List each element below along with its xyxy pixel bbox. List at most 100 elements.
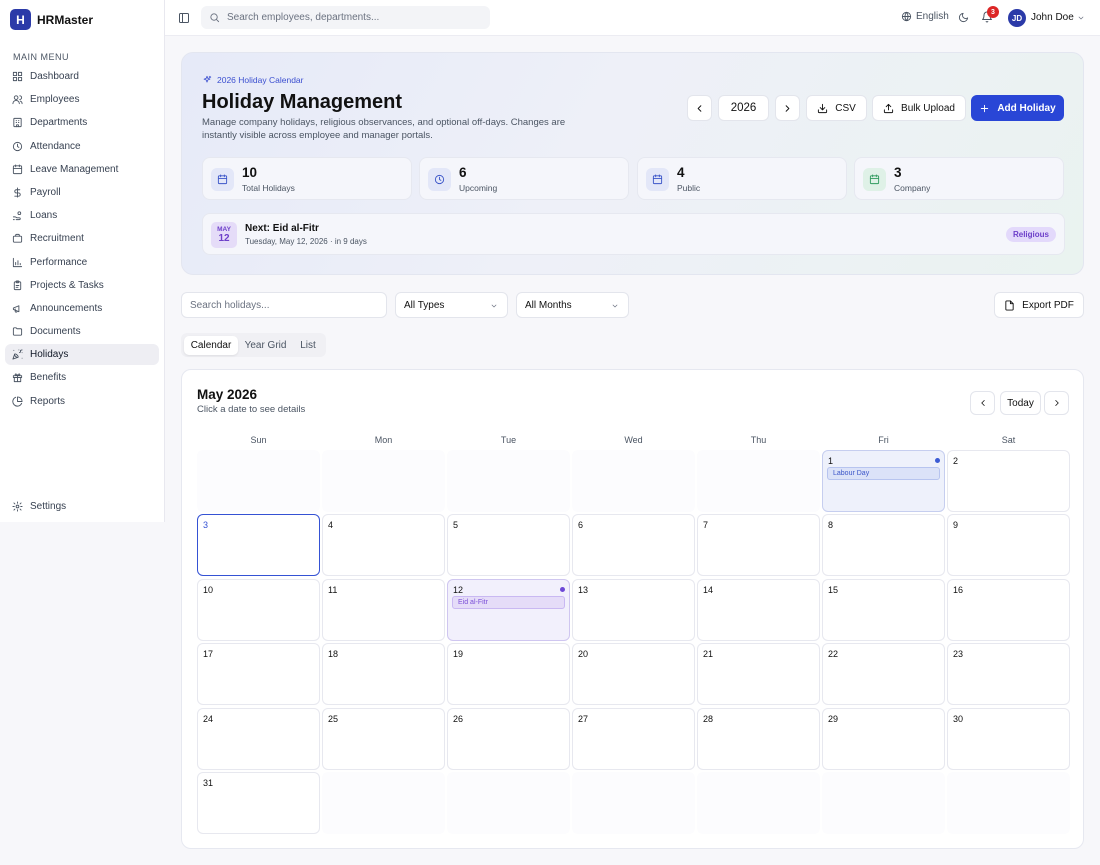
calendar-day-cell[interactable]: 31 [197, 772, 320, 834]
moon-icon[interactable] [958, 12, 969, 23]
calendar-day-cell[interactable]: 13 [572, 578, 695, 641]
calendar-day-cell[interactable]: 3 [197, 514, 320, 577]
tab-calendar[interactable]: Calendar [184, 336, 238, 355]
bulk-upload-button[interactable]: Bulk Upload [872, 95, 966, 121]
chevron-down-icon[interactable] [1077, 14, 1085, 22]
holiday-search-input[interactable] [190, 293, 380, 317]
sidebar-item-payroll[interactable]: Payroll [5, 182, 159, 203]
calendar-day-cell[interactable]: 4 [322, 514, 445, 577]
calendar-day-cell[interactable]: 14 [697, 578, 820, 641]
calendar-day-cell[interactable]: 19 [447, 643, 570, 706]
calendar-day-cell[interactable]: 11 [322, 578, 445, 641]
user-name[interactable]: John Doe [1031, 12, 1074, 23]
chevron-down-icon [611, 302, 619, 310]
type-filter-select[interactable]: All Types [395, 292, 508, 318]
calendar-day-cell[interactable]: 1 Labour Day [822, 450, 945, 512]
sidebar-item-attendance[interactable]: Attendance [5, 136, 159, 157]
global-search-input[interactable] [227, 12, 477, 23]
tab-year-grid[interactable]: Year Grid [240, 336, 291, 355]
calendar-day-cell[interactable]: 29 [822, 707, 945, 770]
calendar-day-number: 16 [953, 584, 964, 595]
type-filter-value: All Types [404, 299, 445, 311]
sidebar-item-departments[interactable]: Departments [5, 112, 159, 133]
calendar-day-cell[interactable]: 15 [822, 578, 945, 641]
calendar-day-cell[interactable]: 22 [822, 643, 945, 706]
calendar-day-cell[interactable]: 26 [447, 707, 570, 770]
sidebar-item-projects-tasks[interactable]: Projects & Tasks [5, 275, 159, 296]
stat-label: Company [894, 183, 931, 193]
settings-icon [12, 501, 23, 512]
sidebar-item-employees[interactable]: Employees [5, 89, 159, 110]
avatar[interactable]: JD [1008, 9, 1026, 27]
sidebar-item-announcements[interactable]: Announcements [5, 298, 159, 319]
stat-value: 3 [894, 165, 902, 180]
calendar-day-cell[interactable]: 24 [197, 707, 320, 770]
sidebar-item-benefits[interactable]: Benefits [5, 367, 159, 388]
next-holiday-card[interactable]: MAY 12 Next: Eid al-Fitr Tuesday, May 12… [202, 213, 1065, 255]
calendar-day-cell[interactable]: 2 [947, 450, 1070, 512]
calendar-day-cell[interactable]: 27 [572, 707, 695, 770]
calendar-day-cell[interactable]: 20 [572, 643, 695, 706]
today-button[interactable]: Today [1000, 391, 1041, 415]
brand-logo: H [10, 9, 31, 30]
calendar-day-cell[interactable]: 12 Eid al-Fitr [447, 578, 570, 641]
calendar-day-cell[interactable]: 7 [697, 514, 820, 577]
export-pdf-button[interactable]: Export PDF [994, 292, 1084, 318]
calendar-day-cell[interactable]: 25 [322, 707, 445, 770]
calendar-day-cell[interactable]: 9 [947, 514, 1070, 577]
holiday-search[interactable] [181, 292, 387, 318]
calendar-day-cell[interactable]: 18 [322, 643, 445, 706]
sidebar-item-leave-management[interactable]: Leave Management [5, 159, 159, 180]
sidebar-item-label: Attendance [30, 140, 81, 152]
sidebar-item-dashboard[interactable]: Dashboard [5, 66, 159, 87]
language-switcher[interactable]: English [901, 11, 949, 22]
sidebar-item-performance[interactable]: Performance [5, 252, 159, 273]
calendar-day-cell[interactable]: 8 [822, 514, 945, 577]
next-year-button[interactable] [775, 95, 800, 121]
sidebar-item-documents[interactable]: Documents [5, 321, 159, 342]
calendar-day-cell[interactable]: 5 [447, 514, 570, 577]
calendar-day-number: 28 [703, 713, 714, 724]
sidebar-item-recruitment[interactable]: Recruitment [5, 228, 159, 249]
sidebar-item-label: Departments [30, 117, 88, 129]
sidebar-item-holidays[interactable]: Holidays [5, 344, 159, 366]
calendar-day-number: 4 [328, 520, 334, 531]
sidebar-item-settings[interactable]: Settings [5, 496, 159, 517]
holiday-event[interactable]: Labour Day [827, 467, 940, 480]
calendar-day-number: 7 [703, 520, 709, 531]
weekday-header: Tue [500, 435, 517, 445]
calendar-day-number: 29 [828, 713, 839, 724]
calendar-day-number: 13 [578, 584, 589, 595]
tab-list[interactable]: List [293, 336, 323, 355]
calendar-day-cell[interactable]: 30 [947, 707, 1070, 770]
csv-button[interactable]: CSV [806, 95, 867, 121]
calendar-day-cell[interactable]: 23 [947, 643, 1070, 706]
calendar-day-number: 25 [328, 713, 339, 724]
sidebar: H HRMaster MAIN MENU Dashboard Employees D… [0, 0, 165, 522]
folder-icon [12, 326, 23, 337]
holiday-event[interactable]: Eid al-Fitr [452, 595, 565, 609]
calendar-day-cell[interactable]: 17 [197, 643, 320, 706]
calendar-empty-cell [822, 772, 945, 834]
megaphone-icon [12, 303, 23, 314]
prev-year-button[interactable] [687, 95, 712, 121]
sidebar-item-reports[interactable]: Reports [5, 391, 159, 412]
calendar-day-number: 22 [828, 649, 839, 660]
globe-icon [901, 11, 912, 22]
calendar-day-number: 5 [453, 520, 459, 531]
sidebar-toggle-icon[interactable] [178, 12, 190, 24]
add-holiday-button[interactable]: Add Holiday [971, 95, 1064, 121]
calendar-day-cell[interactable]: 6 [572, 514, 695, 577]
next-month-button[interactable] [1044, 391, 1069, 415]
calendar-day-cell[interactable]: 16 [947, 578, 1070, 641]
brand[interactable]: H HRMaster [10, 9, 93, 30]
prev-month-button[interactable] [970, 391, 995, 415]
calendar-day-cell[interactable]: 10 [197, 578, 320, 641]
calendar-day-number: 20 [578, 649, 589, 660]
calendar-day-cell[interactable]: 28 [697, 707, 820, 770]
calendar-day-cell[interactable]: 21 [697, 643, 820, 706]
global-search[interactable] [201, 6, 490, 29]
menu-section-title: MAIN MENU [13, 52, 69, 62]
month-filter-select[interactable]: All Months [516, 292, 629, 318]
sidebar-item-loans[interactable]: Loans [5, 205, 159, 226]
